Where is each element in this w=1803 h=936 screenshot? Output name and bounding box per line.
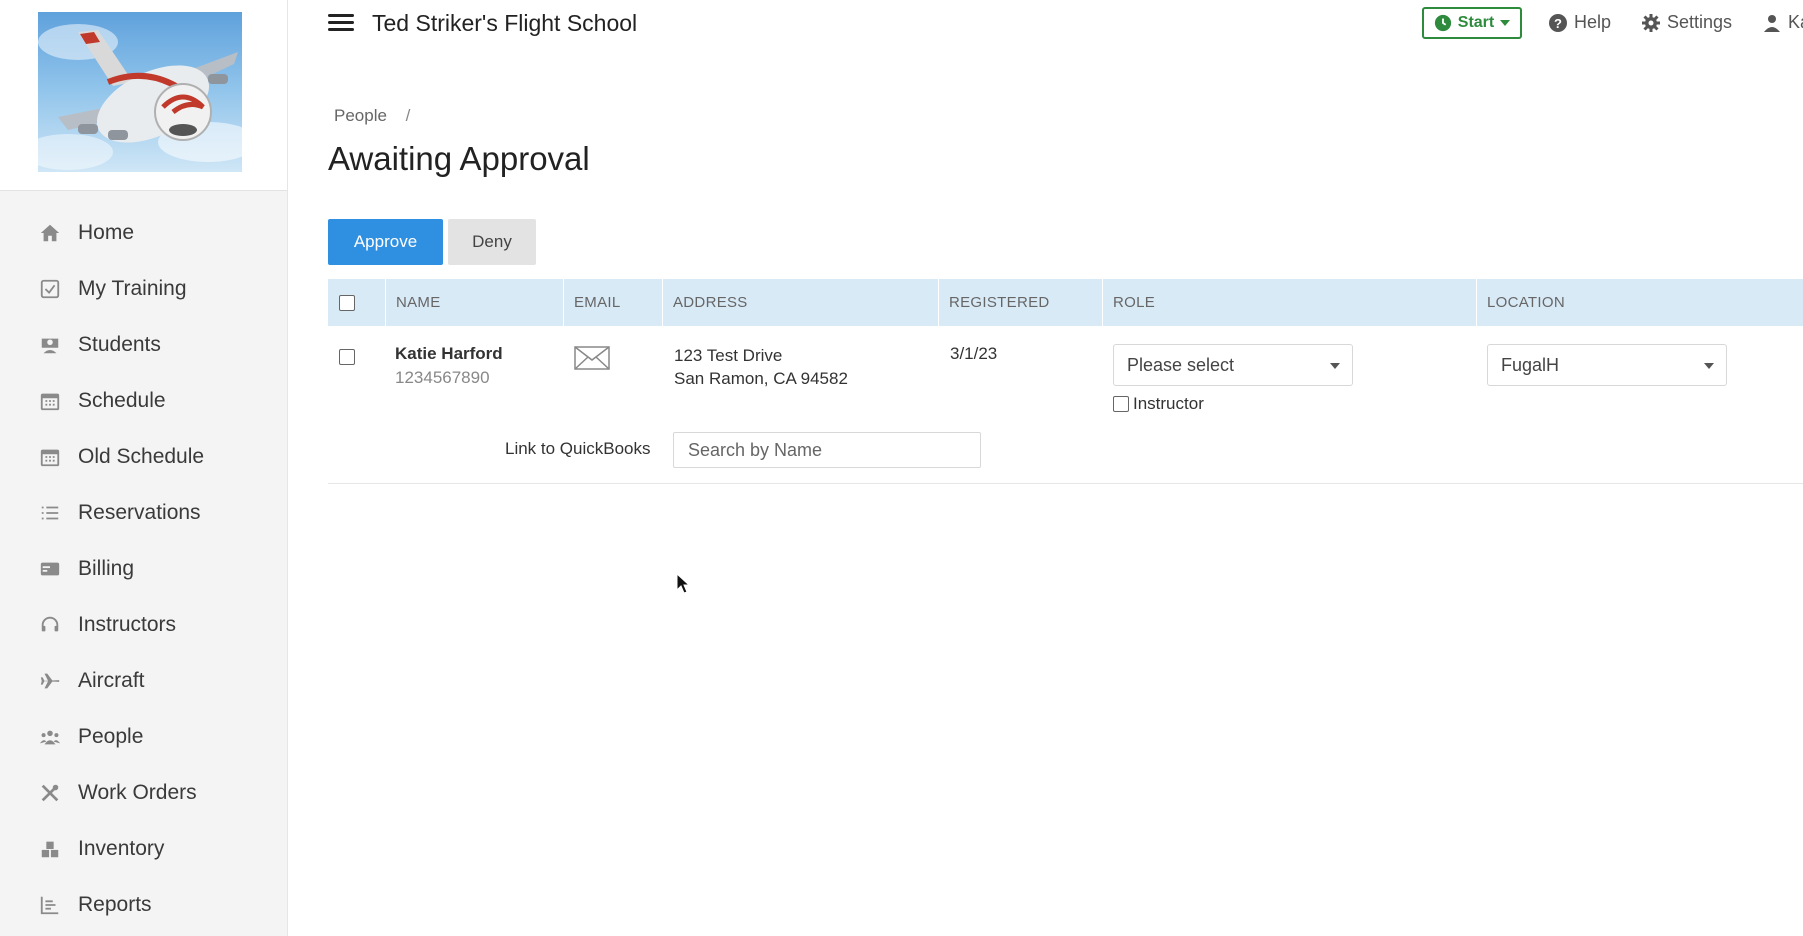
sidebar-item-work-orders[interactable]: Work Orders [0, 765, 287, 821]
sidebar: Home My Training Students Schedule Old S… [0, 0, 288, 936]
column-header-email[interactable]: EMAIL [563, 279, 662, 326]
role-select-value: Please select [1127, 354, 1235, 375]
address-line-1: 123 Test Drive [674, 346, 783, 365]
person-name[interactable]: Katie Harford [395, 344, 503, 364]
sidebar-item-label: Reservations [78, 501, 201, 524]
sidebar-nav: Home My Training Students Schedule Old S… [0, 205, 287, 933]
quickbooks-search-input[interactable] [673, 432, 981, 468]
sidebar-item-inventory[interactable]: Inventory [0, 821, 287, 877]
sidebar-item-old-schedule[interactable]: Old Schedule [0, 429, 287, 485]
clock-icon [1434, 14, 1451, 32]
student-icon [38, 333, 62, 357]
select-all-column [328, 279, 385, 326]
table-row: Katie Harford 1234567890 123 Test Drive … [328, 326, 1803, 484]
sidebar-item-label: Old Schedule [78, 445, 205, 468]
sidebar-item-label: Reports [78, 893, 152, 916]
select-all-checkbox[interactable] [339, 294, 355, 311]
calendar-icon [38, 445, 62, 469]
sidebar-item-label: Billing [78, 557, 135, 580]
mouse-cursor-icon [676, 573, 690, 594]
help-link[interactable]: ? Help [1548, 12, 1611, 33]
sidebar-item-home[interactable]: Home [0, 205, 287, 261]
hamburger-menu-icon[interactable] [328, 10, 354, 36]
user-icon [1764, 14, 1780, 32]
sidebar-item-label: Students [78, 333, 161, 356]
chevron-down-icon [1330, 363, 1340, 369]
table-header: NAME EMAIL ADDRESS REGISTERED ROLE LOCAT… [328, 279, 1803, 326]
card-icon [38, 557, 62, 581]
settings-label: Settings [1667, 12, 1733, 32]
help-icon: ? [1549, 13, 1567, 32]
user-menu[interactable]: Ka [1762, 12, 1803, 33]
sidebar-item-label: Home [78, 221, 135, 244]
sidebar-item-instructors[interactable]: Instructors [0, 597, 287, 653]
column-header-role[interactable]: ROLE [1102, 279, 1476, 326]
sidebar-item-label: Instructors [78, 613, 177, 636]
sidebar-item-reservations[interactable]: Reservations [0, 485, 287, 541]
sidebar-item-label: My Training [78, 277, 187, 300]
airplane-illustration [38, 24, 242, 170]
instructor-label: Instructor [1133, 394, 1204, 413]
start-label: Start [1457, 14, 1495, 31]
calendar-icon [38, 389, 62, 413]
sidebar-item-label: Aircraft [78, 669, 145, 692]
settings-link[interactable]: Settings [1641, 12, 1732, 33]
column-header-address[interactable]: ADDRESS [662, 279, 938, 326]
sidebar-item-my-training[interactable]: My Training [0, 261, 287, 317]
sidebar-item-label: Work Orders [78, 781, 197, 804]
column-header-name[interactable]: NAME [385, 279, 563, 326]
sidebar-item-billing[interactable]: Billing [0, 541, 287, 597]
chart-icon [38, 893, 62, 917]
sidebar-item-aircraft[interactable]: Aircraft [0, 653, 287, 709]
breadcrumb-separator: / [405, 106, 411, 125]
boxes-icon [38, 837, 62, 861]
registered-date: 3/1/23 [950, 344, 998, 363]
home-icon [38, 221, 62, 245]
instructor-checkbox[interactable] [1113, 396, 1129, 412]
sidebar-item-schedule[interactable]: Schedule [0, 373, 287, 429]
column-header-location[interactable]: LOCATION [1476, 279, 1803, 326]
address-line-2: San Ramon, CA 94582 [674, 369, 848, 388]
approve-button[interactable]: Approve [328, 219, 443, 265]
chevron-down-icon [1500, 20, 1511, 26]
email-envelope-icon[interactable] [574, 346, 610, 370]
user-label: Ka [1788, 12, 1803, 32]
list-icon [38, 501, 62, 525]
sidebar-item-people[interactable]: People [0, 709, 287, 765]
gear-icon [1642, 13, 1660, 32]
tools-icon [38, 781, 62, 805]
start-button[interactable]: Start [1422, 7, 1522, 39]
breadcrumb: People / [334, 106, 410, 126]
chevron-down-icon [1704, 363, 1714, 369]
deny-button[interactable]: Deny [448, 219, 536, 265]
instructor-option[interactable]: Instructor [1113, 394, 1204, 414]
person-phone: 1234567890 [395, 368, 490, 387]
sidebar-item-label: Inventory [78, 837, 165, 860]
sidebar-item-students[interactable]: Students [0, 317, 287, 373]
row-select-checkbox[interactable] [339, 349, 355, 365]
quickbooks-label: Link to QuickBooks [505, 439, 651, 458]
help-label: Help [1574, 12, 1612, 32]
headset-icon [38, 613, 62, 637]
page-title: Awaiting Approval [328, 140, 590, 177]
svg-text:?: ? [1554, 16, 1562, 31]
checkbox-icon [38, 277, 62, 301]
address-cell: 123 Test Drive San Ramon, CA 94582 [674, 344, 848, 390]
column-header-registered[interactable]: REGISTERED [938, 279, 1102, 326]
app-title: Ted Striker's Flight School [372, 10, 638, 36]
person-name-cell: Katie Harford 1234567890 [395, 344, 503, 388]
location-select[interactable]: FugalH [1487, 344, 1727, 386]
sidebar-item-reports[interactable]: Reports [0, 877, 287, 933]
sidebar-item-label: People [78, 725, 144, 748]
people-icon [38, 725, 62, 749]
plane-icon [38, 669, 62, 693]
location-select-value: FugalH [1501, 354, 1560, 375]
role-select[interactable]: Please select [1113, 344, 1353, 386]
logo-area [0, 0, 287, 191]
logo-airplane-image[interactable] [38, 12, 242, 172]
breadcrumb-people[interactable]: People [334, 106, 387, 125]
sidebar-item-label: Schedule [78, 389, 166, 412]
